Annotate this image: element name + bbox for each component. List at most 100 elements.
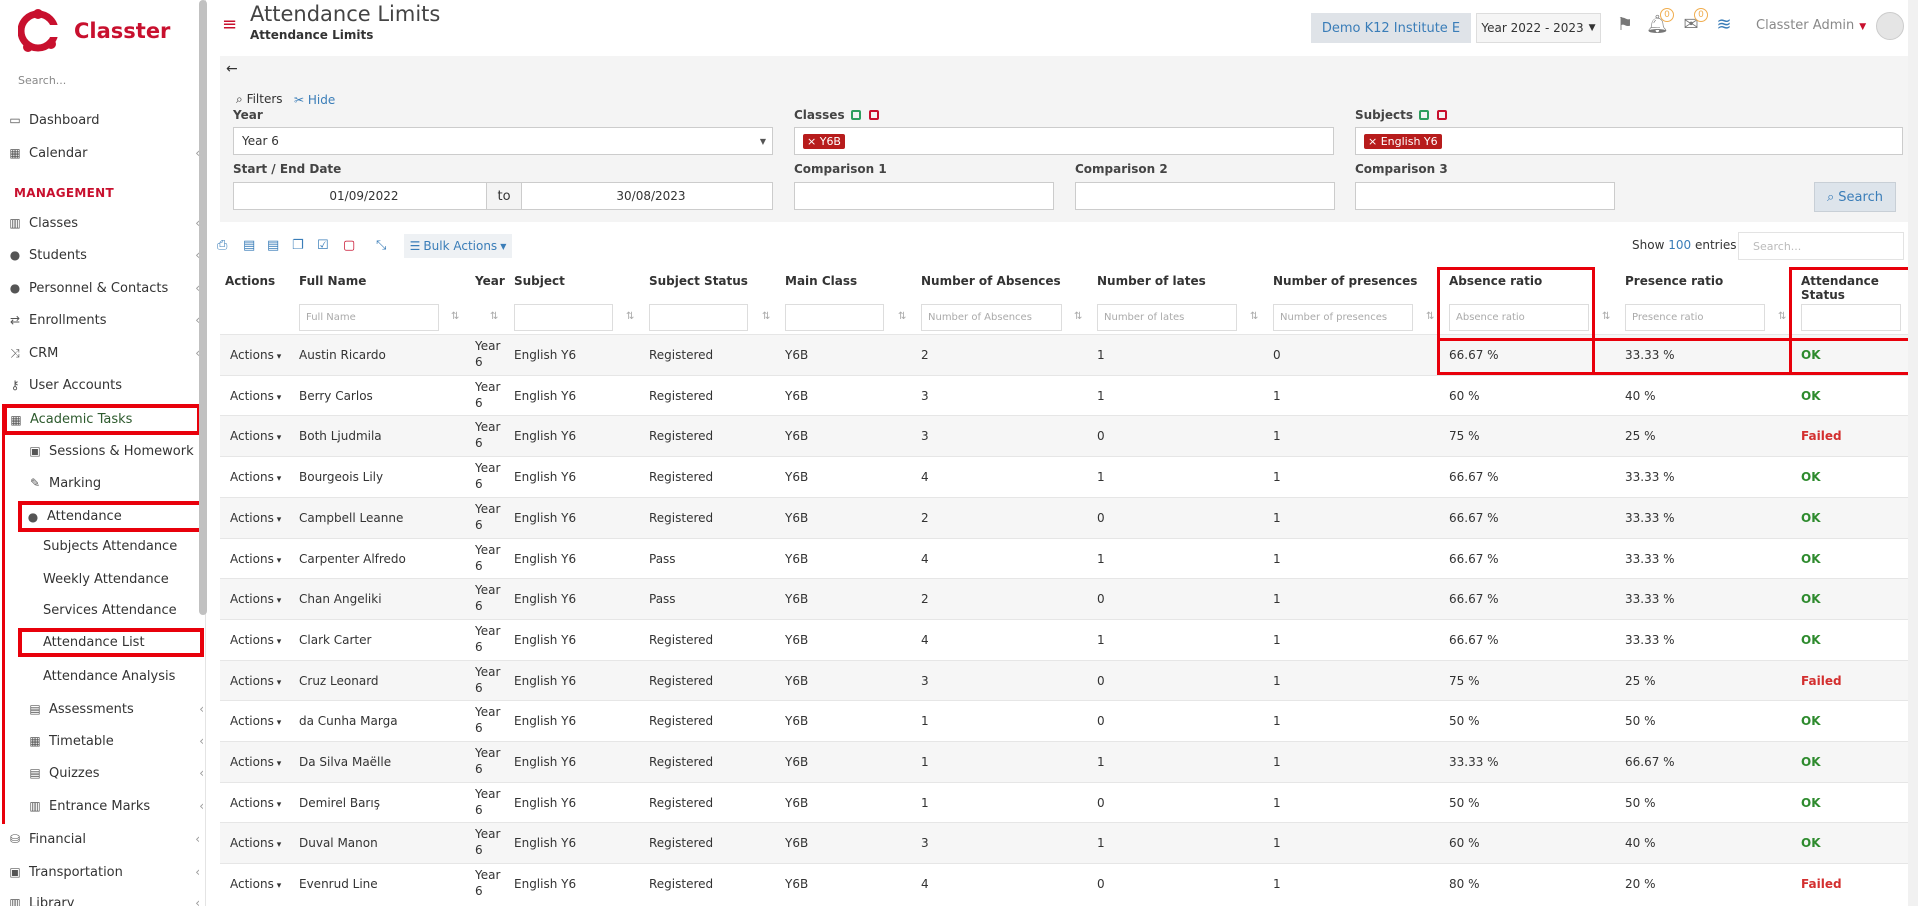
layers-icon[interactable]: ≋	[1713, 14, 1735, 36]
row-actions-button[interactable]: Actions ▾	[230, 511, 281, 525]
collapse-icon[interactable]: ⤡	[376, 238, 386, 253]
row-actions-button[interactable]: Actions ▾	[230, 836, 281, 850]
sidebar-item-sessions[interactable]: ▣ Sessions & Homework	[26, 436, 204, 466]
sidebar-item-crm[interactable]: ⤨ CRM ‹	[6, 338, 200, 368]
bulk-actions-button[interactable]: ☰ Bulk Actions ▼	[404, 234, 512, 258]
back-arrow-icon[interactable]: ←	[226, 61, 238, 77]
sidebar-item-entrance-marks[interactable]: ▥ Entrance Marks ‹	[26, 791, 204, 821]
deselect-all-icon[interactable]: ▢	[343, 238, 355, 253]
sort-icon[interactable]: ⇅	[898, 311, 906, 322]
sort-icon[interactable]: ⇅	[1074, 311, 1082, 322]
classes-multiselect[interactable]: × Y6B	[794, 127, 1334, 155]
clear-all-icon[interactable]	[1437, 110, 1448, 120]
copy-icon[interactable]: ❐	[292, 238, 304, 253]
excel-icon[interactable]: ▤	[243, 238, 255, 253]
year-selector[interactable]: Year 2022 - 2023 ▼	[1476, 13, 1601, 43]
app-logo[interactable]: Classter	[18, 8, 170, 54]
comparison1-input[interactable]	[794, 182, 1054, 210]
col-absences[interactable]: Number of Absences	[921, 274, 1061, 288]
sidebar-item-students[interactable]: ● Students ‹	[6, 240, 200, 270]
col-lates[interactable]: Number of lates	[1097, 274, 1206, 288]
col-main-class[interactable]: Main Class	[785, 274, 857, 288]
table-search-input[interactable]: Search...	[1738, 232, 1904, 260]
filter-subject-status[interactable]	[649, 304, 748, 331]
sort-icon[interactable]: ⇅	[762, 311, 770, 322]
search-button[interactable]: ⌕ Search	[1814, 182, 1896, 212]
sort-icon[interactable]: ⇅	[626, 311, 634, 322]
filter-subject[interactable]	[514, 304, 613, 331]
sort-icon[interactable]: ⇅	[490, 311, 498, 322]
flag-icon[interactable]: ⚑	[1614, 14, 1636, 36]
sidebar-item-services-attendance[interactable]: Services Attendance	[43, 595, 203, 625]
sidebar-search-input[interactable]: Search...	[18, 74, 66, 87]
select-all-icon[interactable]: ☑	[317, 238, 329, 253]
clear-all-icon[interactable]	[868, 110, 879, 120]
sidebar-item-academic-tasks[interactable]: ▦ Academic Tasks	[3, 404, 201, 435]
sidebar-item-timetable[interactable]: ▦ Timetable ‹	[26, 726, 204, 756]
filter-presences[interactable]: Number of presences	[1273, 304, 1413, 331]
filter-absences[interactable]: Number of Absences	[921, 304, 1062, 331]
hide-filters-link[interactable]: ✂ Hide	[294, 93, 335, 107]
filter-full-name[interactable]: Full Name	[299, 304, 439, 331]
col-attendance-status[interactable]: Attendance Status	[1801, 274, 1918, 302]
sidebar-item-financial[interactable]: ⛁ Financial ‹	[6, 824, 200, 854]
sidebar-item-library[interactable]: ▥ Library ‹	[6, 888, 200, 906]
col-subject[interactable]: Subject	[514, 274, 565, 288]
row-actions-button[interactable]: Actions ▾	[230, 470, 281, 484]
sidebar-item-weekly-attendance[interactable]: Weekly Attendance	[43, 564, 203, 594]
envelope-icon[interactable]: ✉ 0	[1680, 8, 1708, 36]
row-actions-button[interactable]: Actions ▾	[230, 429, 281, 443]
sidebar-item-user-accounts[interactable]: ⚷ User Accounts	[6, 370, 200, 400]
filter-absence-ratio[interactable]: Absence ratio	[1449, 304, 1589, 331]
start-date-input[interactable]: 01/09/2022	[233, 182, 487, 210]
row-actions-button[interactable]: Actions ▾	[230, 755, 281, 769]
filters-toggle[interactable]: ⌕ Filters	[236, 92, 283, 107]
sidebar-item-marking[interactable]: ✎ Marking	[26, 468, 204, 498]
avatar[interactable]	[1876, 12, 1904, 40]
sort-icon[interactable]: ⇅	[1602, 311, 1610, 322]
row-actions-button[interactable]: Actions ▾	[230, 592, 281, 606]
col-full-name[interactable]: Full Name	[299, 274, 366, 288]
sort-icon[interactable]: ⇅	[1426, 311, 1434, 322]
sort-icon[interactable]: ⇅	[1250, 311, 1258, 322]
entries-selector[interactable]: Show 100 entries	[1632, 238, 1737, 252]
bell-icon[interactable]: 🔔︎ 0	[1646, 8, 1674, 36]
row-actions-button[interactable]: Actions ▾	[230, 552, 281, 566]
print-icon[interactable]: ⎙	[217, 238, 227, 253]
year-select[interactable]: Year 6 ▼	[233, 127, 773, 155]
sidebar-item-enrollments[interactable]: ⇄ Enrollments ‹	[6, 305, 200, 335]
comparison2-input[interactable]	[1075, 182, 1335, 210]
school-selector[interactable]: Demo K12 Institute E	[1311, 13, 1471, 43]
comparison3-input[interactable]	[1355, 182, 1615, 210]
row-actions-button[interactable]: Actions ▾	[230, 674, 281, 688]
sidebar-item-dashboard[interactable]: ▭ Dashboard	[6, 105, 200, 135]
row-actions-button[interactable]: Actions ▾	[230, 389, 281, 403]
col-year[interactable]: Year	[475, 274, 505, 288]
subjects-multiselect[interactable]: × English Y6	[1355, 127, 1903, 155]
user-menu[interactable]: Classter Admin ▼	[1756, 18, 1866, 33]
col-subject-status[interactable]: Subject Status	[649, 274, 748, 288]
sidebar-item-calendar[interactable]: ▦ Calendar ‹	[6, 138, 200, 168]
col-absence-ratio[interactable]: Absence ratio	[1449, 274, 1542, 288]
sort-icon[interactable]: ⇅	[1778, 311, 1786, 322]
filter-lates[interactable]: Number of lates	[1097, 304, 1237, 331]
pdf-icon[interactable]: ▤	[267, 238, 279, 253]
row-actions-button[interactable]: Actions ▾	[230, 348, 281, 362]
sidebar-item-classes[interactable]: ▥ Classes ‹	[6, 208, 200, 238]
select-all-icon[interactable]	[850, 110, 861, 120]
row-actions-button[interactable]: Actions ▾	[230, 633, 281, 647]
filter-main-class[interactable]	[785, 304, 884, 331]
col-presences[interactable]: Number of presences	[1273, 274, 1417, 288]
sort-icon[interactable]: ⇅	[451, 311, 459, 322]
col-presence-ratio[interactable]: Presence ratio	[1625, 274, 1723, 288]
sidebar-item-quizzes[interactable]: ▤ Quizzes ‹	[26, 758, 204, 788]
class-tag[interactable]: × Y6B	[803, 133, 845, 149]
sidebar-item-personnel[interactable]: ● Personnel & Contacts ‹	[6, 273, 200, 303]
row-actions-button[interactable]: Actions ▾	[230, 877, 281, 891]
select-all-icon[interactable]	[1419, 110, 1430, 120]
sidebar-item-attendance-list[interactable]: Attendance List	[18, 628, 204, 657]
sidebar-item-subjects-attendance[interactable]: Subjects Attendance	[43, 531, 203, 561]
sidebar-scrollbar[interactable]	[199, 0, 207, 615]
row-actions-button[interactable]: Actions ▾	[230, 796, 281, 810]
sidebar-item-attendance[interactable]: ● Attendance	[18, 501, 204, 532]
